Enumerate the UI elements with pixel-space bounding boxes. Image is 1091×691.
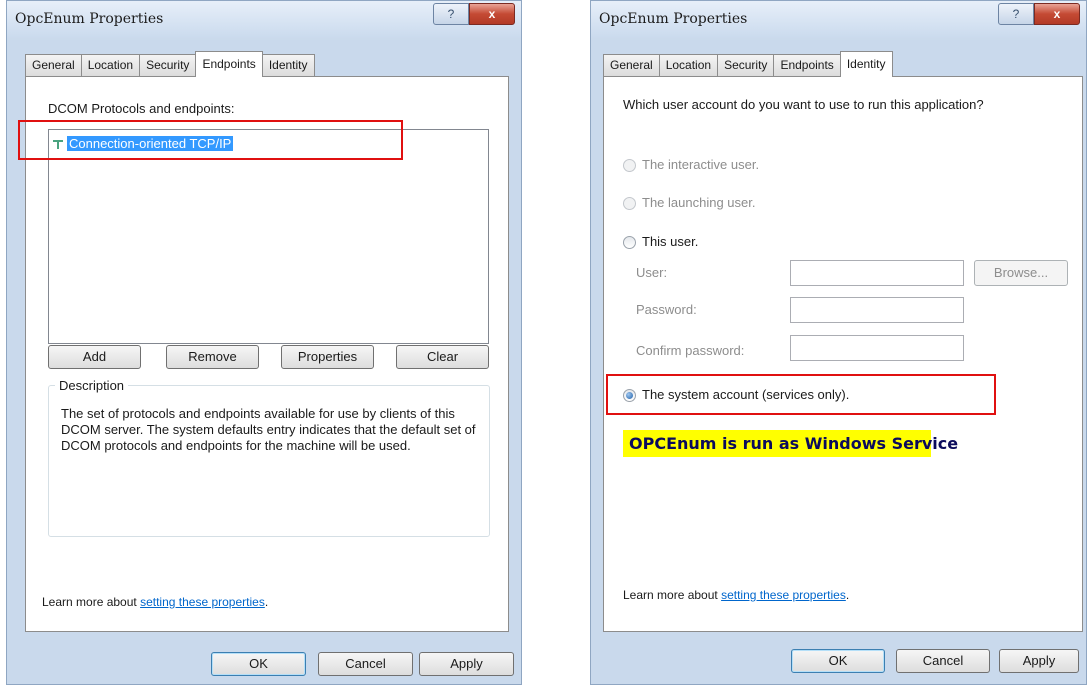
title-bar: OpcEnum Properties ? x <box>7 1 521 37</box>
learn-more-text: Learn more about setting these propertie… <box>623 588 849 602</box>
endpoints-properties-dialog: OpcEnum Properties ? x General Location … <box>6 0 522 685</box>
protocols-caption: DCOM Protocols and endpoints: <box>48 101 235 116</box>
learn-more-prefix: Learn more about <box>42 595 137 609</box>
window-controls: ? x <box>433 3 515 25</box>
user-field[interactable] <box>790 260 964 286</box>
identity-tab-panel: Which user account do you want to use to… <box>603 76 1083 632</box>
confirm-password-field[interactable] <box>790 335 964 361</box>
this-user-radio[interactable] <box>623 236 636 249</box>
description-groupbox: Description The set of protocols and end… <box>48 378 490 537</box>
help-button[interactable]: ? <box>433 3 469 25</box>
window-controls: ? x <box>998 3 1080 25</box>
tab-location[interactable]: Location <box>658 54 719 76</box>
tab-general[interactable]: General <box>25 54 82 76</box>
tab-endpoints[interactable]: Endpoints <box>773 54 841 76</box>
highlight-box-protocol <box>18 120 403 160</box>
tab-identity[interactable]: Identity <box>261 54 315 76</box>
launching-user-label: The launching user. <box>642 195 756 210</box>
learn-more-suffix: . <box>264 595 269 609</box>
password-field[interactable] <box>790 297 964 323</box>
apply-button[interactable]: Apply <box>419 652 514 676</box>
protocols-listbox[interactable]: Connection-oriented TCP/IP <box>48 129 489 344</box>
tab-location[interactable]: Location <box>80 54 141 76</box>
close-button[interactable]: x <box>1034 3 1080 25</box>
title-bar: OpcEnum Properties ? x <box>591 1 1086 37</box>
browse-button[interactable]: Browse... <box>974 260 1068 286</box>
add-button[interactable]: Add <box>48 345 141 369</box>
clear-button[interactable]: Clear <box>396 345 489 369</box>
help-button[interactable]: ? <box>998 3 1034 25</box>
tab-general[interactable]: General <box>603 54 660 76</box>
dialog-title: OpcEnum Properties <box>599 11 748 27</box>
dialog-title: OpcEnum Properties <box>15 11 164 27</box>
tab-strip: General Location Security Endpoints Iden… <box>603 51 893 77</box>
description-text: The set of protocols and endpoints avail… <box>61 406 476 453</box>
description-legend: Description <box>55 378 129 393</box>
windows-service-annotation: OPCEnum is run as Windows Service <box>623 430 958 457</box>
setting-properties-link[interactable]: setting these properties <box>721 588 846 602</box>
apply-button[interactable]: Apply <box>999 649 1079 673</box>
tab-security[interactable]: Security <box>139 54 197 76</box>
highlight-box-system-account <box>606 374 996 415</box>
tab-security[interactable]: Security <box>717 54 775 76</box>
cancel-button[interactable]: Cancel <box>318 652 413 676</box>
launching-user-radio[interactable] <box>623 197 636 210</box>
password-field-label: Password: <box>636 302 697 317</box>
ok-button[interactable]: OK <box>791 649 885 673</box>
this-user-label: This user. <box>642 234 699 249</box>
tab-strip: General Location Security Endpoints Iden… <box>25 51 315 77</box>
user-field-label: User: <box>636 265 668 280</box>
tab-endpoints[interactable]: Endpoints <box>195 51 263 77</box>
interactive-user-label: The interactive user. <box>642 157 760 172</box>
properties-button[interactable]: Properties <box>281 345 374 369</box>
remove-button[interactable]: Remove <box>166 345 259 369</box>
close-button[interactable]: x <box>469 3 515 25</box>
interactive-user-radio[interactable] <box>623 159 636 172</box>
cancel-button[interactable]: Cancel <box>896 649 990 673</box>
ok-button[interactable]: OK <box>211 652 306 676</box>
learn-more-prefix: Learn more about <box>623 588 718 602</box>
account-question: Which user account do you want to use to… <box>623 97 984 112</box>
learn-more-suffix: . <box>845 588 850 602</box>
tab-identity[interactable]: Identity <box>839 51 893 77</box>
setting-properties-link[interactable]: setting these properties <box>140 595 265 609</box>
identity-properties-dialog: OpcEnum Properties ? x General Location … <box>590 0 1087 685</box>
learn-more-text: Learn more about setting these propertie… <box>42 595 268 609</box>
confirm-password-label: Confirm password: <box>636 343 745 358</box>
